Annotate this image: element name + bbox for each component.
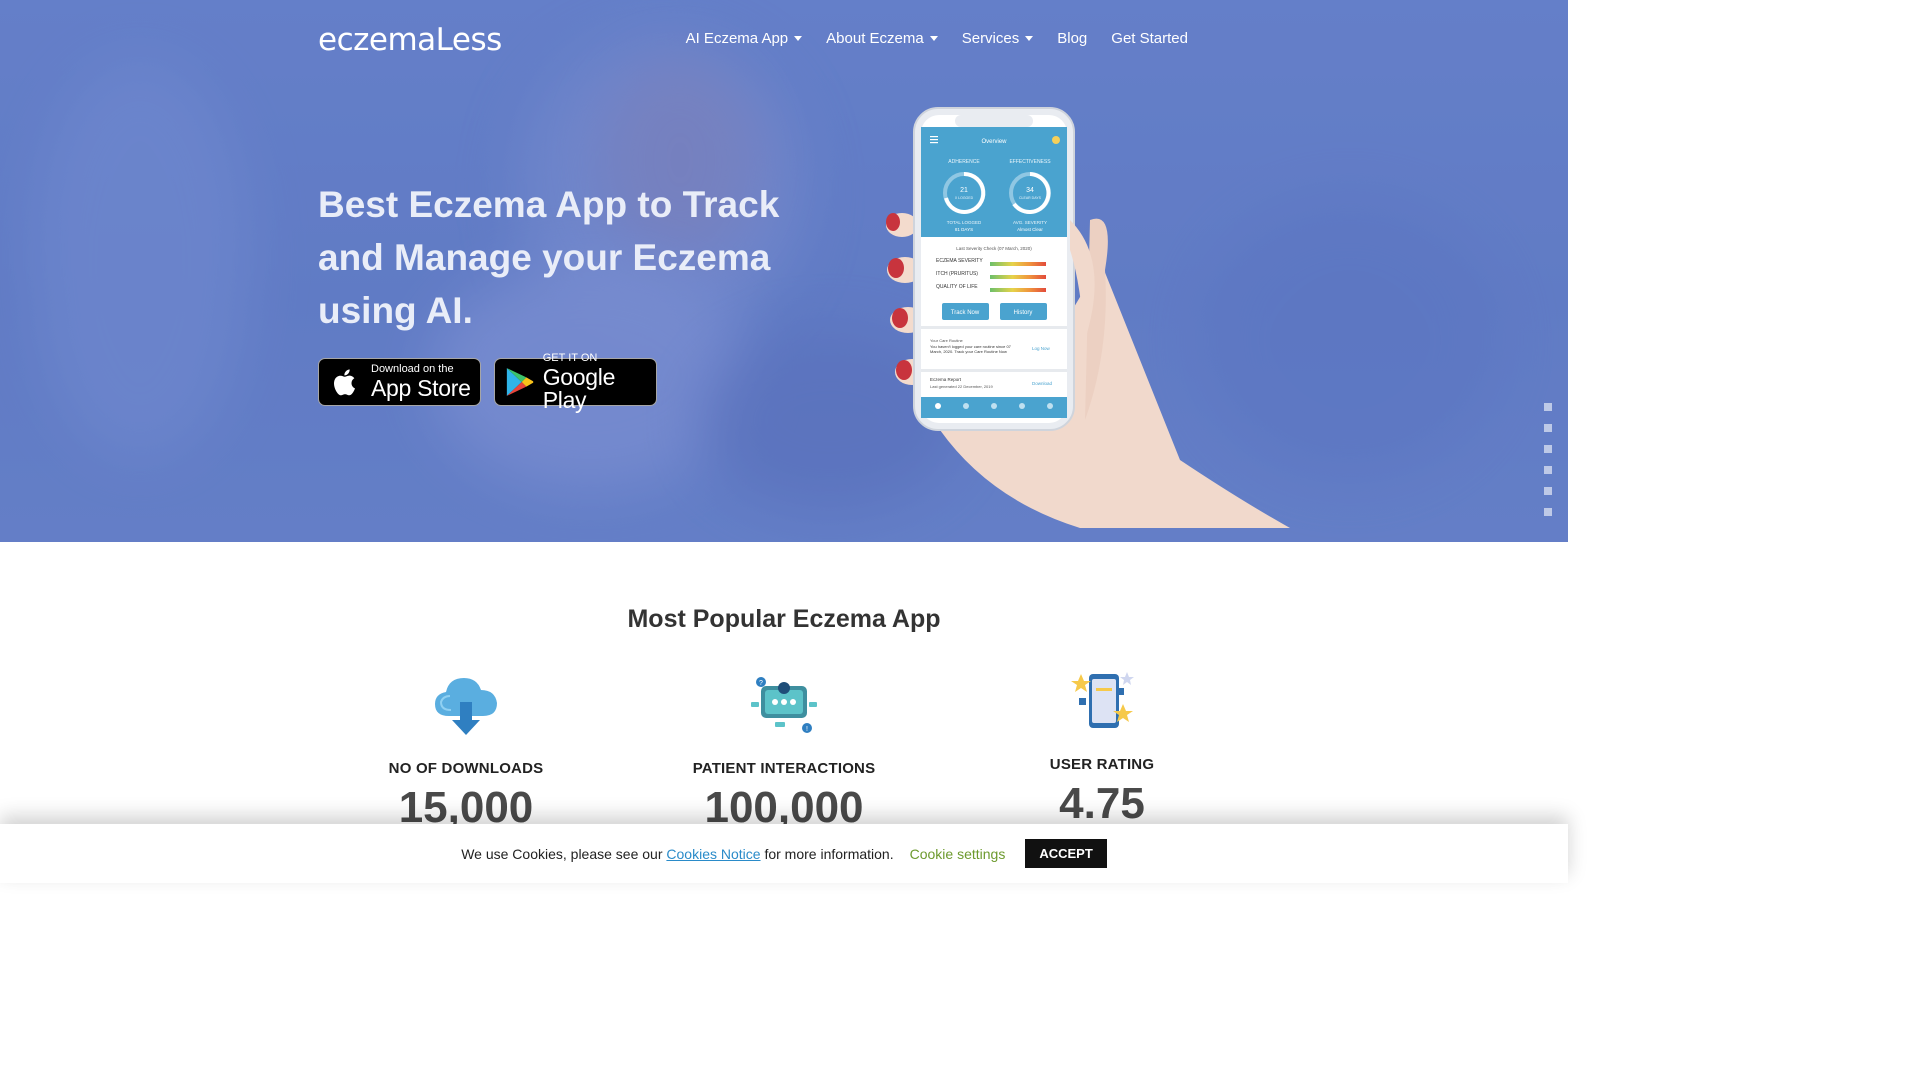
phone-adherence-value: 21 — [960, 187, 968, 194]
app-store-button[interactable]: Download on the App Store — [318, 358, 481, 406]
cookie-settings-link[interactable]: Cookie settings — [910, 846, 1006, 862]
phone-effectiveness-sub: CLEAR DAYS — [1019, 196, 1042, 200]
chat-interaction-icon: ? ! — [751, 677, 817, 733]
google-play-big-text: Google Play — [542, 363, 616, 413]
slider-dot[interactable] — [1544, 424, 1552, 432]
stat-label: NO OF DOWNLOADS — [388, 760, 544, 777]
cookie-text-before: We use Cookies, please see our — [461, 845, 663, 862]
nav-label: Services — [961, 30, 1020, 47]
cookie-message: We use Cookies, please see our Cookies N… — [461, 846, 893, 862]
chevron-down-icon — [1025, 36, 1034, 41]
stat-user-rating: USER RATING 4.75 — [952, 668, 1252, 829]
phone-avg-severity: AVG. SEVERITY — [1013, 220, 1047, 225]
phone-row-label: ECZEMA SEVERITY — [936, 258, 983, 264]
google-play-icon — [506, 368, 534, 396]
nav-get-started[interactable]: Get Started — [1111, 30, 1188, 47]
main-nav: AI Eczema App About Eczema Services Blog… — [686, 30, 1188, 47]
app-store-small-text: Download on the — [371, 363, 454, 375]
hero-headline: Best Eczema App to Track and Manage your… — [318, 178, 838, 337]
phone-log-now: Log Now — [1032, 346, 1051, 351]
phone-total-logged: TOTAL LOGGED — [947, 220, 982, 225]
nav-label: AI Eczema App — [685, 30, 789, 47]
phone-overview-title: Overview — [981, 139, 1007, 145]
nav-ai-eczema-app[interactable]: AI Eczema App — [686, 30, 803, 47]
chevron-down-icon — [929, 36, 938, 41]
nav-label: About Eczema — [826, 30, 924, 47]
slider-dot[interactable] — [1544, 508, 1552, 516]
slider-dot[interactable] — [1544, 403, 1552, 411]
phone-row-label: ITCH (PRURITUS) — [936, 271, 978, 277]
accept-cookies-button[interactable]: ACCEPT — [1025, 839, 1107, 868]
hero-section: eczemaLess AI Eczema App About Eczema Se… — [0, 0, 1568, 542]
cookie-text-after: for more information. — [764, 845, 894, 862]
slider-dot[interactable] — [1544, 466, 1552, 474]
phone-total-days: 81 DAYS — [955, 227, 973, 232]
cookie-consent-bar: We use Cookies, please see our Cookies N… — [0, 824, 1568, 883]
stat-value: 4.75 — [1059, 779, 1145, 828]
nav-label: Get Started — [1111, 30, 1188, 47]
stat-downloads: NO OF DOWNLOADS 15,000 — [316, 672, 616, 833]
headline-line: and Manage your Eczema — [318, 237, 771, 278]
rating-phone-icon — [1071, 672, 1134, 728]
phone-effectiveness-label: EFFECTIVENESS — [1009, 159, 1051, 165]
slider-dot[interactable] — [1544, 445, 1552, 453]
phone-report-text: Last generated 22 December, 2019 — [930, 384, 993, 389]
stat-label: USER RATING — [1049, 756, 1155, 773]
svg-text:?: ? — [759, 680, 763, 687]
nav-label: Blog — [1057, 30, 1088, 47]
phone-track-now: Track Now — [951, 310, 980, 316]
phone-history: History — [1014, 310, 1033, 316]
svg-text:!: ! — [806, 726, 808, 733]
eczemaless-logo[interactable]: eczemaLess — [318, 20, 533, 58]
slider-pagination — [1544, 403, 1552, 516]
nav-about-eczema[interactable]: About Eczema — [826, 30, 938, 47]
google-play-small-text: GET IT ON — [542, 351, 598, 364]
chevron-down-icon — [794, 36, 803, 41]
nav-services[interactable]: Services — [962, 30, 1034, 47]
cloud-download-icon — [435, 678, 497, 735]
phone-care-text-wrap: You haven't logged your care routine sin… — [930, 344, 1011, 354]
phone-care-text: You haven't logged your care routine sin… — [930, 344, 1011, 354]
logo-text: eczemaLess — [318, 22, 502, 58]
stat-label: PATIENT INTERACTIONS — [692, 760, 876, 777]
apple-icon — [334, 369, 355, 396]
phone-care-title: Your Care Routine — [930, 338, 964, 343]
phone-download: Download — [1032, 381, 1053, 386]
app-store-big-text: App Store — [371, 375, 471, 401]
phone-last-check: Last Severity Check (07 March, 2020) — [956, 246, 1032, 251]
stat-patient-interactions: ? ! PATIENT INTERACTIONS 100,000 — [634, 672, 934, 833]
cookies-notice-link[interactable]: Cookies Notice — [666, 846, 760, 862]
phone-illustration: Overview ADHERENCE EFFECTIVENESS 21 X LO… — [886, 107, 1290, 528]
google-play-button[interactable]: GET IT ON Google Play — [494, 352, 657, 411]
phone-effectiveness-value: 34 — [1026, 187, 1034, 194]
slider-dot[interactable] — [1544, 487, 1552, 495]
phone-report-title: Eczema Report — [930, 377, 962, 382]
headline-line: using AI. — [318, 290, 473, 331]
nav-blog[interactable]: Blog — [1057, 30, 1087, 47]
phone-row-label: QUALITY OF LIFE — [936, 284, 978, 290]
phone-adherence-label: ADHERENCE — [948, 159, 980, 165]
phone-in-hand-illustration: Overview ADHERENCE EFFECTIVENESS 21 X LO… — [880, 100, 1300, 530]
headline-line: Best Eczema App to Track — [318, 184, 780, 225]
stats-section-title: Most Popular Eczema App — [627, 605, 941, 633]
phone-avg-value: Almost Clear — [1017, 227, 1043, 232]
phone-adherence-sub: X LOGGED — [955, 196, 974, 200]
